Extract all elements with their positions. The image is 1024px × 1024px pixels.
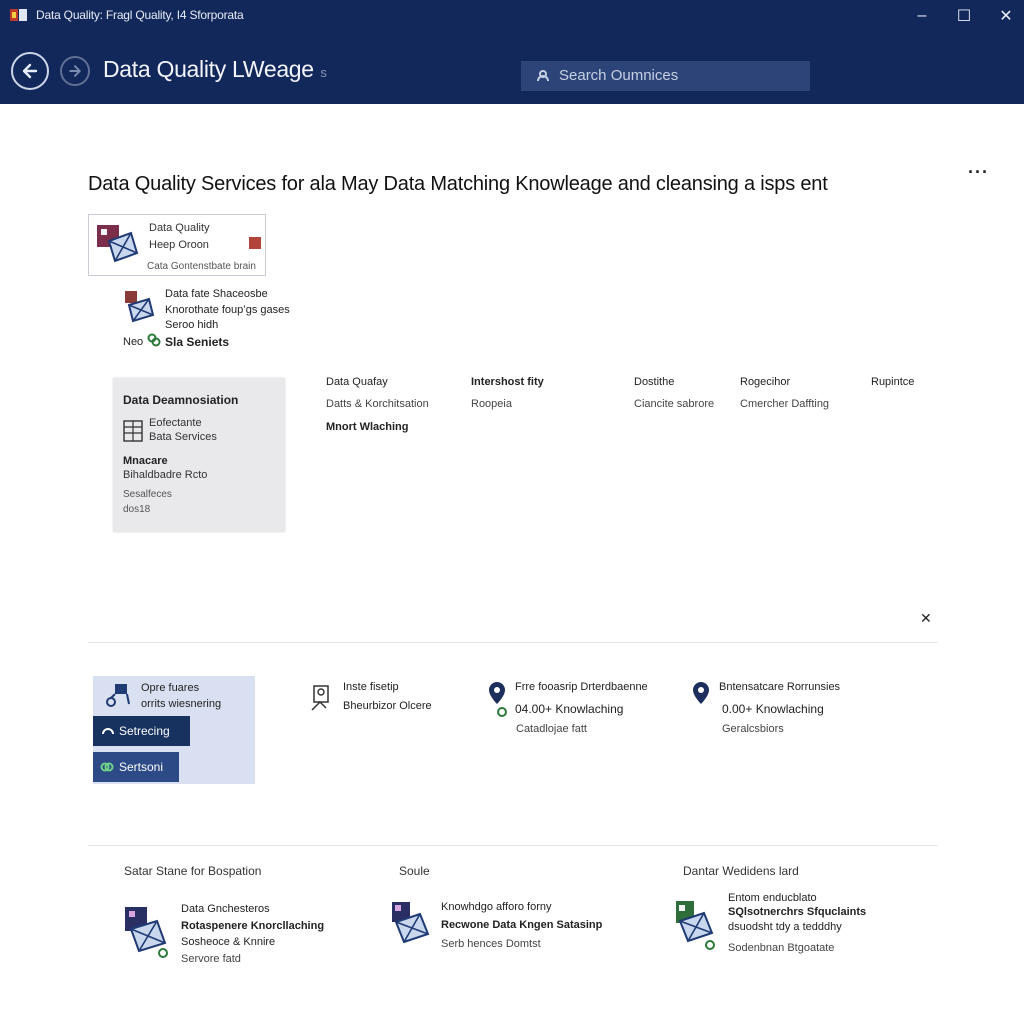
- database-icon: [392, 902, 430, 944]
- panel-heading: Data Deamnosiation: [123, 393, 239, 407]
- link-icon: [100, 762, 114, 772]
- maximize-button[interactable]: ☐: [946, 2, 982, 30]
- panel-item-5: Sesalfeces: [123, 489, 172, 500]
- feature-3-line-3: Geralcsbiors: [722, 723, 784, 735]
- status-badge: [249, 237, 261, 249]
- setting-button[interactable]: Setrecing: [93, 716, 190, 746]
- footer-col-3-heading: Dantar Wedidens lard: [683, 864, 799, 878]
- divider: [88, 845, 938, 846]
- database-icon: [676, 901, 715, 950]
- database-icon: [97, 225, 139, 263]
- card-line-2: Heep Oroon: [149, 239, 209, 251]
- grid-cell: Ciancite sabrore: [634, 398, 715, 410]
- grid-cell: Datts & Korchitsation: [326, 398, 429, 410]
- headset-icon: [102, 728, 114, 735]
- feature-2-line-1: Frre fooasrip Drterdbaenne: [515, 681, 648, 693]
- panel-item-2: Bata Services: [149, 431, 217, 443]
- info-link[interactable]: Sla Seniets: [165, 335, 229, 350]
- grid-header-3: Dostithe: [634, 376, 675, 388]
- panel-item-4: Bihaldbadre Rcto: [123, 469, 208, 481]
- footer-col-1-line-2[interactable]: Rotaspenere Knorcllaching: [181, 920, 324, 932]
- footer-col-1-line-3: Sosheoce & Knnire: [181, 936, 276, 948]
- network-icon: [106, 684, 130, 707]
- location-pin-icon: [489, 682, 507, 717]
- info-subtitle: Knorothate foup’gs gases: [165, 304, 290, 316]
- divider: [88, 642, 938, 643]
- close-section-button[interactable]: ✕: [920, 610, 932, 627]
- title-bar: Data Quality: Fragl Quality, I4 Sforpora…: [0, 0, 1024, 104]
- search-placeholder: Search Oumnices: [559, 67, 679, 84]
- footer-col-1-line-1: Data Gnchesteros: [181, 903, 270, 915]
- panel-item-1: Eofectante: [149, 417, 202, 429]
- footer-col-2-heading: Soule: [399, 864, 430, 878]
- back-button[interactable]: [11, 52, 49, 90]
- card-line-1: Data Quality: [149, 222, 210, 234]
- service-button-label: Sertsoni: [119, 760, 164, 774]
- arrow-right-icon: [69, 65, 81, 77]
- feature-2-line-2: 04.00+ Knowlaching: [515, 702, 624, 716]
- more-options-button[interactable]: ···: [968, 162, 989, 183]
- minimize-button[interactable]: –: [904, 2, 940, 30]
- footer-col-2-line-3: Serb hences Domtst: [441, 938, 541, 950]
- service-button[interactable]: Sertsoni: [93, 752, 179, 782]
- table-icon: [123, 420, 143, 442]
- minimize-icon: –: [917, 7, 927, 24]
- grid-header-2: Intershost fity: [471, 376, 544, 388]
- search-icon: [537, 70, 549, 82]
- database-icon: [125, 907, 168, 958]
- window-title: Data Quality: Fragl Quality, I4 Sforpora…: [36, 8, 244, 22]
- feature-2-line-3: Catadlojae fatt: [516, 723, 587, 735]
- info-name: Data fate Shaceosbe: [165, 288, 268, 300]
- page-title: Data Quality Services for ala May Data M…: [88, 173, 828, 195]
- user-document-icon: [311, 685, 329, 711]
- feature-1-line-1: Inste fisetip: [343, 681, 399, 693]
- footer-col-3-line-3: dsuodsht tdy a tedddhy: [728, 921, 842, 933]
- grid-header-4: Rogecihor: [740, 376, 791, 388]
- grid-header-1: Data Quafay: [326, 376, 388, 388]
- details-panel: Data Deamnosiation Eofectante Bata Servi…: [113, 378, 285, 532]
- footer-col-1-heading: Satar Stane for Bospation: [124, 864, 262, 878]
- grid-cell: Cmercher Daffting: [740, 398, 830, 410]
- footer-col-3-line-4: Sodenbnan Btgoatate: [728, 942, 835, 954]
- footer-col-2-line-1: Knowhdgo afforo forny: [441, 901, 552, 913]
- footer-col-2-line-2[interactable]: Recwone Data Kngen Satasinp: [441, 919, 602, 931]
- footer-col-3-line-1: Entom enducblato: [728, 892, 817, 904]
- grid-cell: Roopeia: [471, 398, 512, 410]
- settings-panel-line-2: orrits wiesnering: [141, 698, 222, 710]
- service-card[interactable]: Data Quality Heep Oroon Cata Gontenstbat…: [88, 214, 266, 276]
- setting-button-label: Setrecing: [119, 724, 170, 738]
- footer-col-1-line-4: Servore fatd: [181, 953, 241, 965]
- maximize-icon: ☐: [956, 8, 972, 25]
- close-icon: ✕: [999, 8, 1013, 25]
- panel-item-6: dos18: [123, 504, 151, 515]
- card-line-3: Cata Gontenstbate brain: [147, 261, 256, 272]
- app-icon: [10, 9, 27, 21]
- feature-1-line-2: Bheurbizor Olcere: [343, 700, 432, 712]
- grid-header-5: Rupintce: [871, 376, 915, 388]
- info-prefix: Neo: [123, 336, 144, 348]
- close-window-button[interactable]: ✕: [988, 2, 1024, 30]
- forward-button[interactable]: [60, 56, 90, 86]
- feature-3-line-2: 0.00+ Knowlaching: [722, 702, 824, 716]
- feature-3-line-1: Bntensatcare Rorrunsies: [719, 681, 841, 693]
- arrow-left-icon: [22, 63, 38, 79]
- info-subtitle-2: Seroo hidh: [165, 319, 219, 331]
- search-input[interactable]: Search Oumnices: [521, 61, 810, 91]
- location-pin-icon: [693, 682, 709, 704]
- app-name: Data Quality LWeage s: [103, 56, 327, 82]
- grid-cell[interactable]: Mnort Wlaching: [326, 421, 409, 433]
- footer-col-3-line-2[interactable]: SQlsotnerchrs Sfquclaints: [728, 906, 866, 918]
- settings-panel-line-1: Opre fuares: [141, 682, 200, 694]
- link-icon: [147, 333, 161, 347]
- panel-item-3: Mnacare: [123, 455, 168, 467]
- database-icon: [125, 291, 155, 323]
